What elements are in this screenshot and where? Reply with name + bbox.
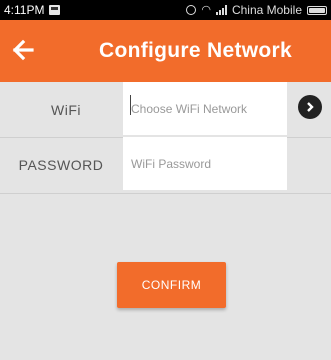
password-label: PASSWORD: [18, 156, 104, 173]
page-title: Configure Network: [99, 39, 292, 62]
text-cursor: [130, 95, 131, 115]
battery-icon: [307, 5, 327, 15]
divider: [0, 193, 331, 194]
wifi-row: WiFi: [0, 82, 331, 137]
chevron-right-icon[interactable]: [298, 95, 322, 119]
status-right: ◠ China Mobile: [186, 3, 327, 17]
status-left: 4:11PM: [4, 3, 61, 17]
cell-signal-icon: [215, 5, 227, 15]
password-row: PASSWORD: [0, 137, 331, 192]
back-arrow-icon[interactable]: [12, 35, 42, 65]
carrier-name: China Mobile: [231, 3, 302, 17]
app-bar: Configure Network: [0, 20, 331, 82]
notification-icon: [49, 5, 61, 15]
status-time: 4:11PM: [4, 3, 45, 17]
confirm-button[interactable]: CONFIRM: [117, 262, 226, 308]
wifi-label: WiFi: [51, 101, 81, 118]
wifi-signal-icon: ◠: [201, 3, 211, 16]
wifi-network-input[interactable]: [123, 82, 287, 135]
status-bar: 4:11PM ◠ China Mobile: [0, 0, 331, 20]
password-input[interactable]: [123, 137, 287, 190]
alarm-icon: [186, 5, 197, 15]
